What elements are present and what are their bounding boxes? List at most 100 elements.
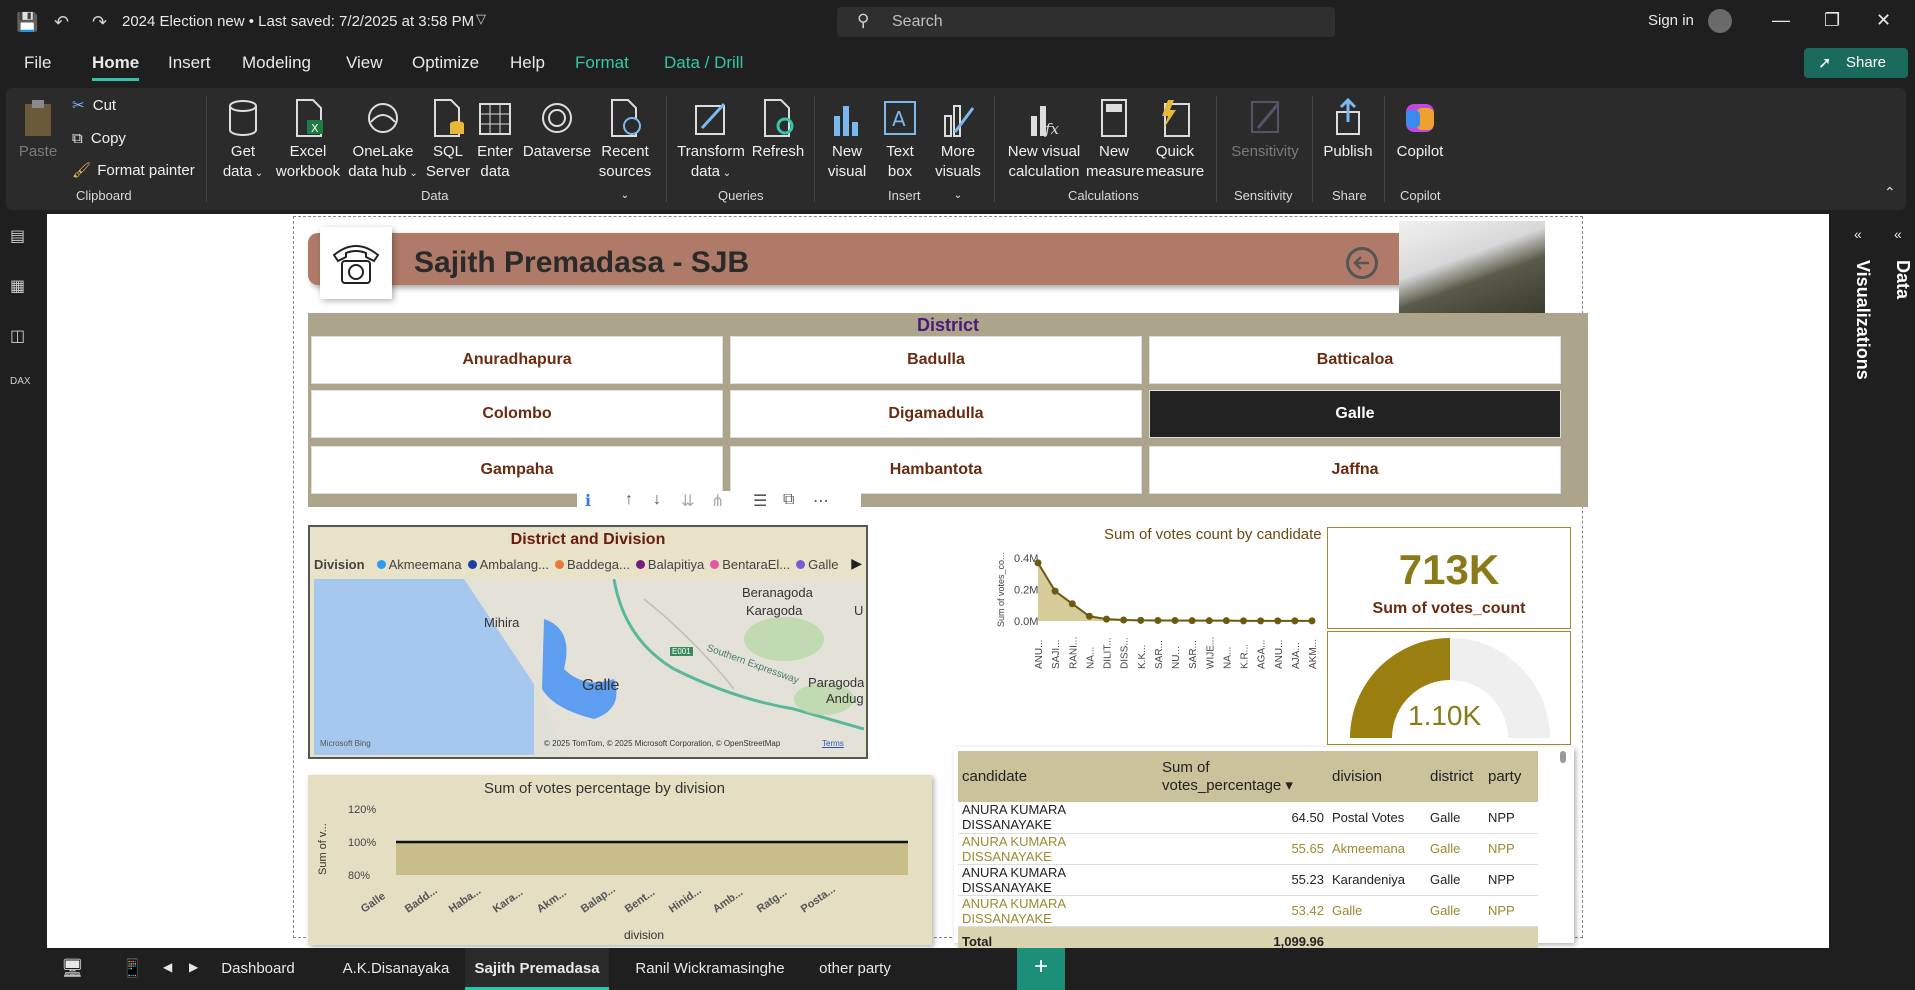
onelake-button[interactable]: OneLake data hub ⌄ <box>344 98 422 184</box>
legend-item[interactable]: Baddega... <box>549 557 630 572</box>
enter-data-button[interactable]: Enter data <box>472 98 518 182</box>
cut-button[interactable]: ✂ Cut <box>72 96 116 116</box>
excel-workbook-button[interactable]: X Excel workbook <box>272 98 344 182</box>
table-row[interactable]: ANURA KUMARA DISSANAYAKE 55.23 Karandeniya… <box>958 864 1538 896</box>
district-button-selected[interactable]: Galle <box>1150 391 1560 437</box>
back-arrow-icon[interactable] <box>1346 247 1378 279</box>
data-point[interactable] <box>1188 617 1196 625</box>
district-button[interactable]: Gampaha <box>312 447 722 493</box>
new-visual-button[interactable]: New visual <box>824 98 870 182</box>
avatar[interactable] <box>1708 9 1732 33</box>
add-page-button[interactable]: + <box>1017 948 1065 990</box>
column-header[interactable]: party <box>1484 751 1538 802</box>
data-point[interactable] <box>1034 559 1042 567</box>
column-header[interactable]: candidate <box>958 751 1158 802</box>
column-header[interactable]: district <box>1426 751 1484 802</box>
data-point[interactable] <box>1222 617 1230 625</box>
data-point[interactable] <box>1257 617 1265 625</box>
menu-view[interactable]: View <box>346 53 383 73</box>
info-icon[interactable]: ℹ <box>585 491 591 511</box>
transform-data-button[interactable]: Transform data ⌄ <box>676 98 746 184</box>
text-box-button[interactable]: A Text box <box>878 98 922 182</box>
undo-icon[interactable]: ↶ <box>54 12 69 33</box>
page-tab[interactable]: Dashboard <box>207 948 309 990</box>
menu-format[interactable]: Format <box>575 53 629 73</box>
district-button[interactable]: Digamadulla <box>731 391 1141 437</box>
data-point[interactable] <box>1308 617 1316 625</box>
column-header[interactable]: Sum of votes_percentage ▾ <box>1158 751 1328 802</box>
menu-insert[interactable]: Insert <box>168 53 211 73</box>
table-row[interactable]: ANURA KUMARA DISSANAYAKE 64.50 Postal Vote… <box>958 802 1538 834</box>
chevron-down-icon[interactable]: ▽ <box>476 11 486 27</box>
page-tab-active[interactable]: Sajith Premadasa <box>465 948 609 990</box>
menu-modeling[interactable]: Modeling <box>242 53 311 73</box>
more-visuals-button[interactable]: More visuals ⌄ <box>930 98 986 206</box>
quick-measure-button[interactable]: Quick measure <box>1144 98 1206 182</box>
data-point[interactable] <box>1205 617 1213 625</box>
menu-optimize[interactable]: Optimize <box>412 53 479 73</box>
legend-item[interactable]: Galle <box>790 557 839 572</box>
sign-in-link[interactable]: Sign in <box>1648 12 1694 29</box>
data-point[interactable] <box>1240 617 1247 625</box>
expand-data-icon[interactable]: « <box>1894 226 1902 242</box>
page-tab[interactable]: A.K.Disanayaka <box>339 948 453 990</box>
district-button[interactable]: Batticaloa <box>1150 337 1560 383</box>
gauge-visual[interactable]: 1.10K <box>1327 631 1571 745</box>
data-point[interactable] <box>1274 617 1282 625</box>
more-options-icon[interactable]: ⋯ <box>813 491 829 511</box>
district-button[interactable]: Hambantota <box>731 447 1141 493</box>
kpi-card[interactable]: 713K Sum of votes_count <box>1327 527 1571 629</box>
redo-icon[interactable]: ↷ <box>92 12 107 33</box>
paste-button[interactable]: Paste <box>16 98 60 162</box>
sensitivity-button[interactable]: Sensitivity <box>1226 98 1304 162</box>
menu-home[interactable]: Home <box>92 53 140 81</box>
new-visual-calculation-button[interactable]: fx New visual calculation <box>1004 98 1084 182</box>
data-point[interactable] <box>1171 617 1179 625</box>
model-view-icon[interactable]: ◫ <box>10 326 30 346</box>
next-page-icon[interactable]: ▶ <box>189 960 198 974</box>
dataverse-button[interactable]: Dataverse <box>520 98 594 162</box>
column-header[interactable]: division <box>1328 751 1426 802</box>
data-point[interactable] <box>1120 616 1128 624</box>
copilot-button[interactable]: Copilot <box>1392 98 1448 162</box>
data-pane-tab[interactable]: Data <box>1892 260 1913 299</box>
menu-file[interactable]: File <box>24 53 51 73</box>
district-button[interactable]: Jaffna <box>1150 447 1560 493</box>
share-button[interactable]: ➚ Share <box>1804 48 1908 78</box>
candidate-table[interactable]: candidate Sum of votes_percentage ▾ divisi… <box>954 747 1574 958</box>
data-point[interactable] <box>1068 600 1076 608</box>
data-point[interactable] <box>1085 612 1093 620</box>
legend-item[interactable]: Balapitiya <box>630 557 704 572</box>
filter-icon[interactable]: ☰ <box>753 491 767 511</box>
report-view-icon[interactable]: ▤ <box>10 226 30 246</box>
data-point[interactable] <box>1103 615 1110 623</box>
save-icon[interactable]: 💾 <box>16 12 38 33</box>
data-point[interactable] <box>1154 617 1162 625</box>
votes-percentage-by-division-chart[interactable]: Sum of votes percentage by division Sum o… <box>308 775 932 945</box>
minimize-icon[interactable]: — <box>1772 10 1790 31</box>
drill-up-icon[interactable]: ↑ <box>625 491 633 509</box>
page-tab[interactable]: other party <box>807 948 903 990</box>
menu-help[interactable]: Help <box>510 53 545 73</box>
collapse-ribbon-icon[interactable]: ⌃ <box>1884 184 1896 201</box>
map-terms-link[interactable]: Terms <box>822 739 844 748</box>
district-button[interactable]: Colombo <box>312 391 722 437</box>
page-tab[interactable]: Ranil Wickramasinghe <box>625 948 795 990</box>
focus-mode-icon[interactable]: ⧉ <box>783 491 794 509</box>
district-button[interactable]: Anuradhapura <box>312 337 722 383</box>
expand-all-icon[interactable]: ⇊ <box>681 491 694 511</box>
scrollbar-thumb[interactable] <box>1560 751 1566 763</box>
prev-page-icon[interactable]: ◀ <box>163 960 172 974</box>
legend-next-icon[interactable]: ▶ <box>851 555 862 572</box>
dax-query-icon[interactable]: DAX <box>10 376 31 396</box>
visualizations-pane-tab[interactable]: Visualizations <box>1852 260 1873 380</box>
data-point[interactable] <box>1051 587 1059 595</box>
mobile-layout-icon[interactable]: 📱 <box>121 958 143 979</box>
recent-sources-button[interactable]: Recent sources ⌄ <box>594 98 656 206</box>
sql-server-button[interactable]: SQL Server <box>424 98 472 182</box>
legend-item[interactable]: Ambalang... <box>462 557 549 572</box>
get-data-button[interactable]: Get data ⌄ <box>216 98 270 184</box>
close-icon[interactable]: ✕ <box>1876 10 1891 31</box>
search-input[interactable]: ⚲ Search <box>837 7 1335 37</box>
copy-button[interactable]: ⧉ Copy <box>72 129 126 149</box>
